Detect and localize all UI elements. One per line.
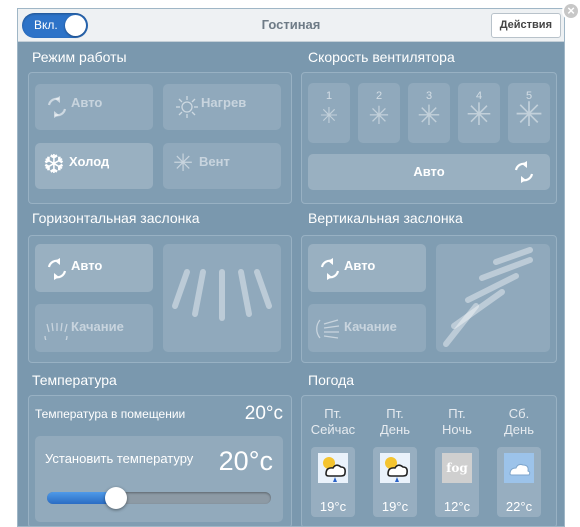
weather-day-4-name: Сб. (508, 406, 530, 421)
vflap-section-title: Вертикальная заслонка (308, 210, 463, 226)
vertical-louvers-icon (443, 247, 533, 347)
weather-temp-2: 19°c (381, 499, 409, 514)
weather-card-1: 19°c (311, 447, 355, 517)
mode-cool-button[interactable]: ❆ Холод (35, 143, 153, 189)
auto-cycle-icon (514, 161, 534, 183)
fan-speed-2-icon: ✳ (368, 102, 390, 130)
weather-col-day-3: Пт. Ночь (434, 406, 480, 438)
hflap-position-visual[interactable] (163, 244, 281, 352)
fan-speed-4-button[interactable]: 4 ✳ (458, 83, 500, 143)
auto-cycle-icon (47, 96, 67, 118)
weather-box: Пт. Сейчас 19°c Пт. День 19°c Пт. Ночь f… (301, 395, 557, 526)
mode-heat-button[interactable]: Нагрев (163, 84, 281, 130)
fan-speed-1-number: 1 (325, 90, 333, 102)
hflap-section-title: Горизонтальная заслонка (32, 210, 200, 226)
mode-box: Авто Нагрев ❆ Холод ✳ Вент (28, 72, 292, 204)
vflap-auto-label: Авто (344, 258, 376, 273)
room-temperature-value: 20°c (244, 403, 283, 424)
auto-cycle-icon (320, 258, 340, 280)
sun-cloud-rain-icon (380, 453, 410, 483)
weather-day-1-period: Сейчас (310, 422, 356, 437)
mode-heat-label: Нагрев (201, 95, 247, 110)
vflap-position-visual[interactable] (436, 244, 550, 352)
snowflake-icon: ❆ (43, 149, 65, 179)
hflap-auto-button[interactable]: Авто (35, 244, 153, 292)
mode-fan-button[interactable]: ✳ Вент (163, 143, 281, 189)
mode-fan-label: Вент (199, 154, 230, 169)
weather-col-day-1: Пт. Сейчас (310, 406, 356, 438)
weather-day-1-name: Пт. (324, 406, 342, 421)
weather-day-3-period: Ночь (442, 422, 472, 437)
auto-cycle-icon (47, 258, 67, 280)
fan-speed-5-icon: ✳ (514, 96, 544, 134)
fog-icon: fog (442, 453, 472, 483)
sun-icon (176, 96, 198, 118)
set-temperature-value: 20°c (218, 446, 273, 476)
weather-col-day-4: Сб. День (496, 406, 542, 438)
vflap-swing-button[interactable]: Качание (308, 304, 426, 352)
set-temperature-label: Установить температуру (45, 451, 194, 466)
mode-auto-button[interactable]: Авто (35, 84, 153, 130)
hflap-box: Авто Качание (28, 235, 292, 363)
temperature-slider-knob[interactable] (105, 487, 128, 509)
weather-section-title: Погода (308, 372, 355, 388)
actions-button[interactable]: Действия (490, 13, 561, 38)
fan-speed-box: 1 ✳ 2 ✳ 3 ✳ 4 ✳ 5 ✳ Авто (301, 72, 557, 204)
horizontal-louvers-icon (172, 269, 272, 321)
mode-cool-label: Холод (69, 154, 110, 169)
room-temperature-label: Температура в помещении (35, 407, 186, 421)
weather-day-3-name: Пт. (448, 406, 466, 421)
weather-card-4: 22°c (497, 447, 541, 517)
fan-speed-4-icon: ✳ (466, 97, 492, 132)
mode-auto-label: Авто (71, 95, 103, 110)
weather-col-day-2: Пт. День (372, 406, 418, 438)
fan-speed-1-icon: ✳ (319, 103, 339, 128)
hflap-swing-label: Качание (71, 319, 124, 334)
weather-temp-1: 19°c (319, 499, 347, 514)
weather-day-4-period: День (504, 422, 534, 437)
fan-speed-section-title: Скорость вентилятора (308, 49, 455, 65)
weather-temp-3: 12°c (443, 499, 471, 514)
fan-speed-1-button[interactable]: 1 ✳ (308, 83, 350, 143)
weather-temp-4: 22°c (505, 499, 533, 514)
temperature-box: Температура в помещении 20°c Установить … (28, 395, 292, 526)
vflap-box: Авто Качание (301, 235, 557, 363)
vflap-swing-label: Качание (344, 319, 397, 334)
set-temperature-card: Установить температуру 20°c (35, 436, 283, 522)
hflap-auto-label: Авто (71, 258, 103, 273)
room-title: Гостиная (261, 17, 321, 32)
cloud-icon (504, 453, 534, 483)
vflap-auto-button[interactable]: Авто (308, 244, 426, 292)
swing-icon (44, 322, 68, 340)
header-bar: Вкл. Гостиная Действия (18, 9, 564, 42)
close-button[interactable]: × (562, 2, 580, 20)
hflap-swing-button[interactable]: Качание (35, 304, 153, 352)
fan-icon: ✳ (173, 150, 194, 177)
fan-speed-3-button[interactable]: 3 ✳ (408, 83, 450, 143)
weather-day-2-name: Пт. (386, 406, 404, 421)
fan-speed-3-icon: ✳ (417, 100, 441, 131)
mode-section-title: Режим работы (32, 49, 127, 65)
sun-cloud-rain-icon (318, 453, 348, 483)
fan-speed-5-button[interactable]: 5 ✳ (508, 83, 550, 143)
temperature-section-title: Температура (32, 372, 117, 388)
swing-icon (316, 319, 340, 339)
weather-card-2: 19°c (373, 447, 417, 517)
weather-day-2-period: День (380, 422, 410, 437)
weather-card-3: fog 12°c (435, 447, 479, 517)
climate-control-panel: Вкл. Гостиная Действия Режим работы Авто (17, 8, 565, 527)
fan-speed-auto-button[interactable]: Авто (308, 154, 550, 190)
fan-speed-2-button[interactable]: 2 ✳ (358, 83, 400, 143)
temperature-slider-track[interactable] (47, 487, 271, 509)
